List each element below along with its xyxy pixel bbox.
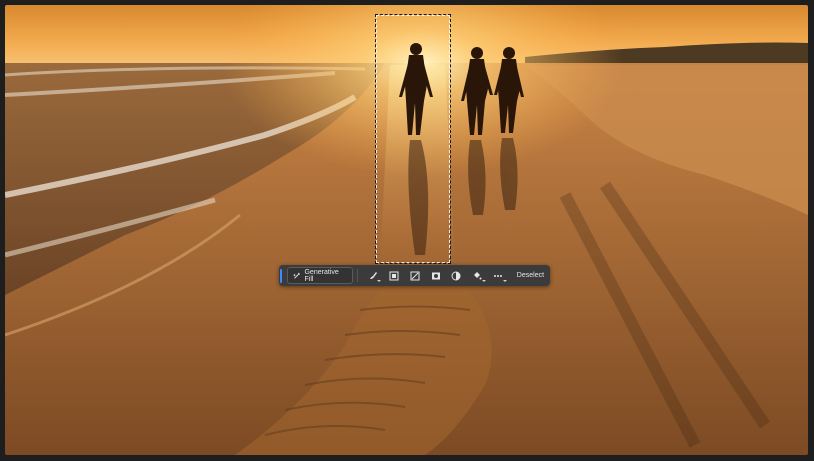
generative-fill-button[interactable]: Generative Fill (286, 267, 354, 284)
marquee-selection[interactable] (375, 14, 451, 264)
chevron-down-icon (481, 280, 486, 282)
chevron-down-icon (502, 280, 507, 282)
contextual-taskbar[interactable]: Generative Fill Deselect (279, 265, 550, 286)
chevron-down-icon (377, 280, 382, 282)
more-icon (494, 274, 503, 277)
fill-selection-button[interactable] (467, 267, 488, 284)
invert-icon (451, 271, 461, 280)
modify-selection-button[interactable] (362, 267, 383, 284)
paint-bucket-icon (474, 271, 482, 279)
generative-fill-label: Generative Fill (304, 268, 339, 283)
select-subject-button[interactable] (383, 267, 404, 284)
transform-icon (410, 271, 420, 280)
brush-icon (369, 271, 377, 279)
invert-selection-button[interactable] (446, 267, 467, 284)
more-options-button[interactable] (488, 267, 509, 284)
photo-canvas[interactable] (5, 5, 808, 455)
fill-mask-icon (431, 272, 440, 279)
selection-mask-icon (389, 271, 399, 280)
create-mask-button[interactable] (425, 267, 446, 284)
generative-fill-icon (293, 272, 301, 279)
taskbar-divider (357, 269, 359, 282)
deselect-button[interactable]: Deselect (511, 267, 550, 284)
taskbar-drag-handle[interactable] (280, 268, 282, 283)
transform-selection-button[interactable] (404, 267, 425, 284)
